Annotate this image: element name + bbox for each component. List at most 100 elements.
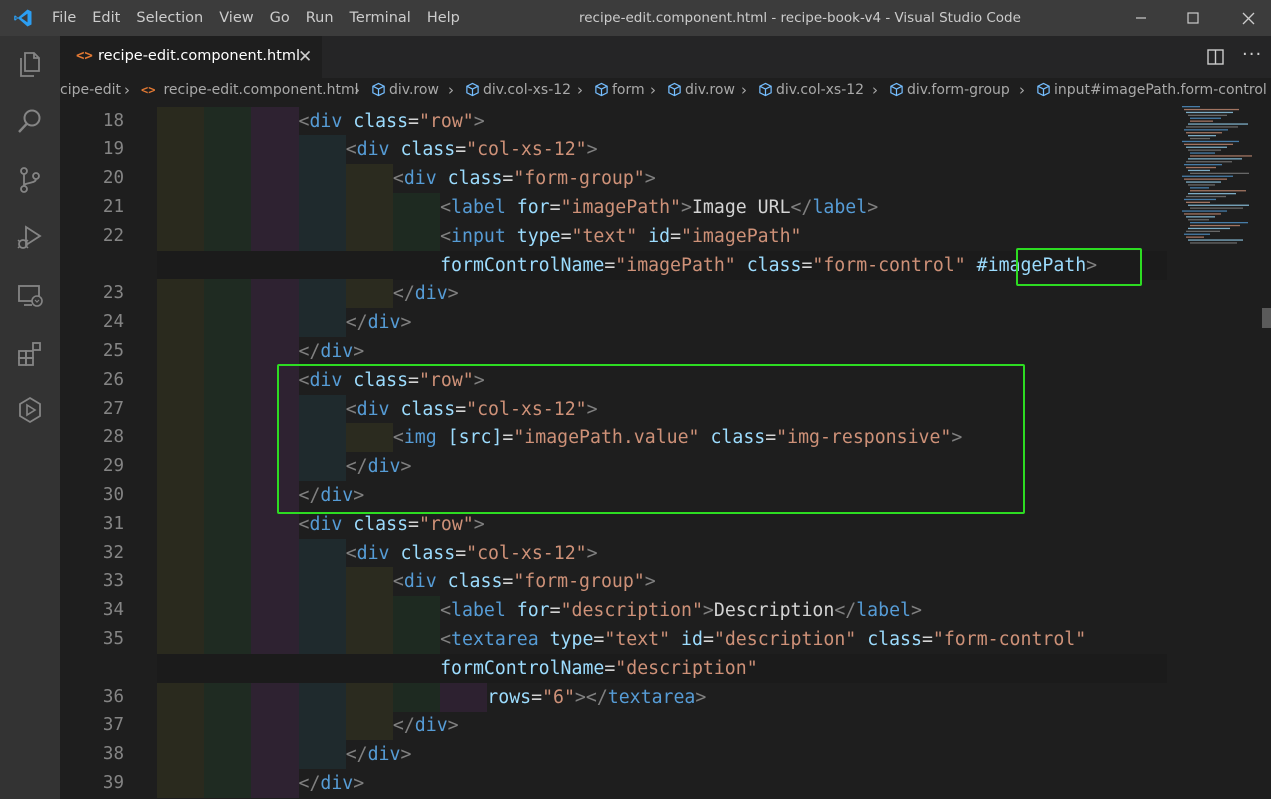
minimap[interactable] bbox=[1170, 105, 1262, 265]
remote-explorer-button[interactable] bbox=[0, 272, 60, 320]
breadcrumb-label: div.row bbox=[685, 82, 735, 98]
editor-tab[interactable]: <> recipe-edit.component.html ✕ bbox=[60, 36, 322, 78]
run-debug-icon bbox=[17, 225, 42, 249]
breadcrumb-item[interactable]: input#imagePath.form-control bbox=[1036, 82, 1267, 98]
maximize-button[interactable] bbox=[1170, 0, 1216, 36]
menu-selection[interactable]: Selection bbox=[128, 0, 211, 36]
indent-guide bbox=[157, 567, 205, 597]
cube-icon bbox=[759, 82, 772, 97]
breadcrumb-item[interactable]: div.row bbox=[371, 82, 439, 98]
code-line[interactable]: </div> bbox=[299, 769, 365, 798]
indent-guide bbox=[298, 567, 346, 597]
vertical-scrollbar[interactable] bbox=[1259, 105, 1271, 799]
code-token: class bbox=[400, 139, 456, 161]
code-line[interactable]: <label for="description">Description</la… bbox=[440, 596, 922, 625]
minimap-line bbox=[1182, 175, 1233, 177]
menu-file[interactable]: File bbox=[44, 0, 84, 36]
menu-terminal[interactable]: Terminal bbox=[342, 0, 419, 36]
minimap-line bbox=[1186, 230, 1220, 232]
indent-guide bbox=[204, 711, 252, 741]
indent-guide bbox=[204, 740, 252, 770]
code-line[interactable]: <div class="col-xs-12"> bbox=[346, 539, 598, 568]
minimize-icon bbox=[1136, 17, 1146, 19]
code-token: div bbox=[367, 744, 401, 766]
more-actions-icon[interactable]: ··· bbox=[1242, 44, 1262, 65]
code-line[interactable]: <label for="imagePath">Image URL</label> bbox=[440, 193, 878, 222]
breadcrumb-item[interactable]: <> recipe-edit.component.html bbox=[141, 82, 359, 98]
line-number: 27 bbox=[102, 398, 124, 419]
source-control-button[interactable] bbox=[0, 156, 60, 204]
code-token: > bbox=[400, 744, 412, 766]
minimap-line bbox=[1186, 236, 1204, 238]
line-number: 34 bbox=[102, 600, 124, 621]
menu-bar: File Edit Selection View Go Run Terminal Help bbox=[44, 0, 468, 36]
minimap-line bbox=[1190, 207, 1243, 209]
indent-guide bbox=[298, 711, 346, 741]
code-line[interactable]: <textarea type="text" id="description" c… bbox=[440, 625, 1086, 654]
scrollbar-thumb[interactable] bbox=[1262, 308, 1271, 328]
play-hexagon-icon bbox=[19, 396, 41, 424]
code-token: type bbox=[549, 628, 594, 650]
breadcrumb-item[interactable]: cipe-edit bbox=[60, 82, 121, 98]
indent-guide bbox=[298, 682, 346, 712]
line-number: 30 bbox=[102, 484, 124, 505]
code-token: "form-group" bbox=[513, 168, 645, 190]
vscode-logo-icon[interactable] bbox=[13, 8, 33, 28]
indent-guide bbox=[251, 624, 299, 654]
breadcrumb-item[interactable]: div.col-xs-12 bbox=[465, 82, 571, 98]
code-token: </ bbox=[392, 283, 415, 305]
minimap-line bbox=[1190, 152, 1215, 154]
code-line[interactable]: <div class="col-xs-12"> bbox=[346, 135, 598, 164]
minimize-button[interactable] bbox=[1118, 0, 1164, 36]
indent-guide bbox=[204, 394, 252, 424]
code-line[interactable]: formControlName="imagePath" class="form-… bbox=[440, 251, 1097, 280]
breadcrumb-item[interactable]: div.col-xs-12 bbox=[758, 82, 864, 98]
code-token: = bbox=[593, 628, 605, 650]
code-token: ></ bbox=[574, 686, 608, 708]
close-window-button[interactable] bbox=[1225, 0, 1271, 36]
indent-guide bbox=[204, 423, 252, 453]
minimap-line bbox=[1188, 204, 1249, 206]
extensions-button[interactable] bbox=[0, 330, 60, 378]
split-editor-icon[interactable] bbox=[1206, 47, 1226, 67]
code-line[interactable]: <div class="row"> bbox=[299, 107, 485, 136]
code-token: </ bbox=[298, 772, 321, 794]
code-editor[interactable]: 18 19 20 21 22 23 24 25 26 27 28 29 30 31 32 33 34 35 36 37… bbox=[60, 105, 1271, 799]
live-share-button[interactable] bbox=[0, 386, 60, 434]
code-token: < bbox=[345, 542, 357, 564]
code-line[interactable]: <div class="form-group"> bbox=[393, 567, 656, 596]
search-button[interactable] bbox=[0, 98, 60, 146]
code-line[interactable]: </div> bbox=[346, 308, 412, 337]
run-debug-button[interactable] bbox=[0, 214, 60, 262]
breadcrumb-item[interactable]: div.form-group bbox=[889, 82, 1010, 98]
code-line[interactable]: </div> bbox=[393, 279, 459, 308]
menu-go[interactable]: Go bbox=[262, 0, 298, 36]
code-line[interactable]: </div> bbox=[393, 711, 459, 740]
menu-edit[interactable]: Edit bbox=[84, 0, 128, 36]
indent-guide bbox=[204, 365, 252, 395]
indent-guide bbox=[157, 423, 205, 453]
code-line[interactable]: <input type="text" id="imagePath" bbox=[440, 222, 801, 251]
code-line[interactable]: </div> bbox=[299, 337, 365, 366]
menu-help[interactable]: Help bbox=[419, 0, 468, 36]
line-number: 23 bbox=[102, 283, 124, 304]
minimap-line bbox=[1190, 242, 1237, 244]
code-line[interactable]: <div class="form-group"> bbox=[393, 164, 656, 193]
code-token: = bbox=[408, 110, 419, 132]
indent-guide bbox=[157, 192, 205, 222]
code-line[interactable]: <div class="row"> bbox=[299, 510, 485, 539]
breadcrumb-item[interactable]: form bbox=[594, 82, 645, 98]
explorer-button[interactable] bbox=[0, 40, 60, 88]
code-token: "description" bbox=[560, 600, 703, 622]
code-line[interactable]: </div> bbox=[346, 740, 412, 769]
indent-guide bbox=[157, 452, 205, 482]
indent-guide bbox=[204, 221, 252, 251]
indent-guide bbox=[251, 164, 299, 194]
menu-run[interactable]: Run bbox=[298, 0, 342, 36]
code-line[interactable]: rows="6"></textarea> bbox=[487, 683, 706, 712]
code-token: > bbox=[353, 340, 365, 362]
tab-close-icon[interactable]: ✕ bbox=[298, 47, 312, 67]
code-line[interactable]: formControlName="description" bbox=[440, 654, 758, 683]
breadcrumb-item[interactable]: div.row bbox=[667, 82, 735, 98]
menu-view[interactable]: View bbox=[211, 0, 261, 36]
